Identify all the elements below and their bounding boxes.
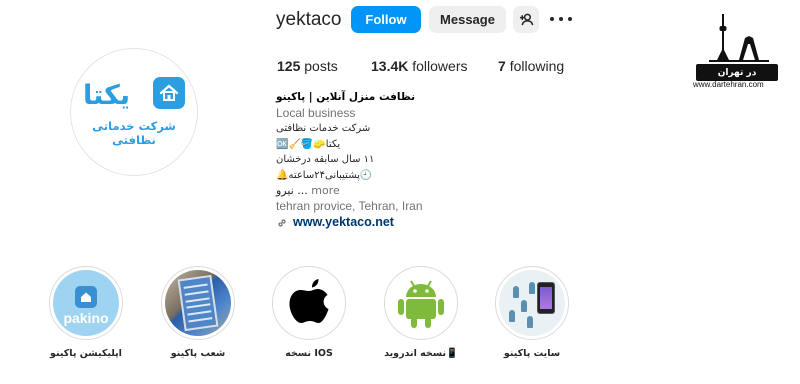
- highlight-pakino-branches[interactable]: شعب پاکینو: [158, 266, 238, 359]
- bio-line: شرکت خدمات نظافتی: [276, 123, 371, 134]
- android-icon: [388, 270, 454, 336]
- bio-line: نیرو ...: [276, 184, 308, 197]
- posts-count: 125 posts: [277, 57, 338, 75]
- website-network-icon: [499, 270, 565, 336]
- add-person-icon: [519, 13, 533, 26]
- following-number: 7: [498, 58, 506, 74]
- pakino-wordmark: pakino: [63, 310, 109, 326]
- bio-line: ۱۱ سال سابقه درخشان: [276, 154, 375, 165]
- pakino-logo-icon: pakino: [53, 270, 119, 336]
- following-label: following: [509, 58, 565, 74]
- dartehran-watermark: در تهران www.dartehran.com: [693, 12, 793, 90]
- logo-tagline: شرکت خدماتی نظافتی: [92, 119, 176, 147]
- link-icon: [278, 218, 286, 227]
- house-icon: [153, 77, 185, 109]
- posts-label: posts: [304, 58, 338, 74]
- bio-name: نظافت منزل آنلاین | پاکینو: [276, 91, 416, 103]
- message-button[interactable]: Message: [429, 6, 506, 33]
- profile-username: yektaco: [276, 9, 342, 30]
- brand-url: www.dartehran.com: [693, 80, 764, 89]
- highlight-label: نسخه IOS: [285, 348, 333, 359]
- bio-line: 🕘پشتیبانی۲۴ساعته🔔: [276, 169, 373, 181]
- bio-category: Local business: [276, 105, 356, 120]
- more-link[interactable]: more: [311, 184, 340, 197]
- website-link[interactable]: www.yektaco.net: [276, 215, 576, 230]
- followers-number: 13.4K: [371, 58, 409, 74]
- highlight-label: نسخه اندروید📱: [384, 348, 458, 359]
- profile-avatar[interactable]: یکتا شرکت خدماتی نظافتی: [70, 48, 198, 176]
- bio-more-row: نیرو ... more: [276, 183, 576, 199]
- highlight-label: اپلیکیشن پاکینو: [50, 348, 122, 359]
- apple-icon: [276, 270, 342, 336]
- suggested-accounts-button[interactable]: [513, 6, 539, 33]
- posts-number: 125: [277, 58, 301, 74]
- highlight-ios-version[interactable]: نسخه IOS: [269, 266, 349, 359]
- logo-word: یکتا: [83, 80, 130, 111]
- branch-card-icon: [165, 270, 231, 336]
- highlight-label: شعب پاکینو: [170, 348, 226, 359]
- highlight-pakino-website[interactable]: سایت پاکینو: [492, 266, 572, 359]
- bio-line: یکتا🧽🪣🧹🆗: [276, 138, 341, 150]
- followers-label: followers: [412, 58, 468, 74]
- bio-location: tehran provice, Tehran, Iran: [276, 198, 423, 213]
- follow-button[interactable]: Follow: [351, 6, 421, 33]
- website-url: www.yektaco.net: [293, 215, 394, 229]
- highlight-android-version[interactable]: نسخه اندروید📱: [381, 266, 461, 359]
- more-options-icon[interactable]: [550, 10, 572, 28]
- highlight-label: سایت پاکینو: [503, 348, 561, 359]
- followers-count[interactable]: 13.4K followers: [371, 57, 468, 75]
- profile-bio: نظافت منزل آنلاین | پاکینو Local busines…: [276, 90, 576, 230]
- highlight-pakino-app[interactable]: pakino اپلیکیشن پاکینو: [46, 266, 126, 359]
- following-count[interactable]: 7 following: [498, 57, 564, 75]
- yekta-logo: یکتا شرکت خدماتی نظافتی: [79, 77, 189, 147]
- milad-tower-icon: [709, 14, 769, 62]
- brand-bar: در تهران: [696, 64, 778, 81]
